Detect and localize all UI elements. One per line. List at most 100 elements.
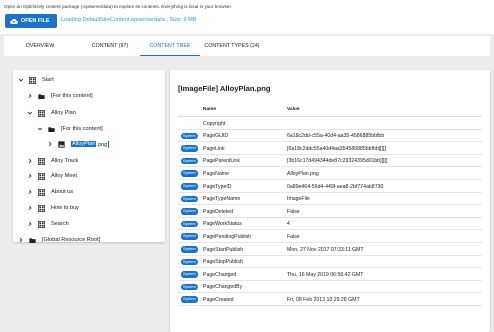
system-badge: System <box>181 157 198 165</box>
chevron-down-icon[interactable] <box>27 110 33 116</box>
property-row: System PageTypeID 0a89e464-56d4-449f-aea8-… <box>178 180 482 193</box>
property-row: System PageDeleted False <box>178 205 482 218</box>
property-row: System PageGUID 6a18c2dd-c55a-40d4-aa35-45… <box>178 130 482 143</box>
property-name: PageName <box>203 170 229 177</box>
property-value: [6a18c2ddc55a40d4aa354586885bbfbb][][] <box>287 145 386 152</box>
property-name: PageCreated <box>203 296 234 303</box>
tree-node[interactable]: Search <box>27 218 69 230</box>
tree-node-label: Alloy Plan <box>51 110 76 116</box>
tree-node-label-suffix: .png <box>96 141 108 148</box>
property-row: System PageParentLink [3b16c17d494344de87c… <box>178 155 482 168</box>
property-name: PageTypeID <box>203 183 232 190</box>
chevron-right-icon[interactable] <box>27 173 33 179</box>
property-row: System PageStartPublish Mon, 27 Nov 2017 0… <box>178 243 482 256</box>
tab-bar: OVERVIEW CONTENT (97) CONTENT TREE CONTE… <box>4 36 490 56</box>
tree-node-label: Search <box>51 221 69 227</box>
chevron-right-icon[interactable] <box>47 141 53 147</box>
page-tree-icon <box>38 220 45 228</box>
property-value: False <box>287 208 300 215</box>
system-badge: System <box>181 283 198 291</box>
page-tree-icon <box>38 109 45 117</box>
tree-node[interactable]: [For this content] <box>27 90 93 102</box>
chevron-right-icon[interactable] <box>27 158 33 164</box>
property-row: System PageLink [6a18c2ddc55a40d4aa3545868… <box>178 142 482 155</box>
tab-content-tree[interactable]: CONTENT TREE <box>140 36 200 56</box>
tab-content-types[interactable]: CONTENT TYPES (24) <box>200 36 264 56</box>
system-badge: System <box>181 132 198 140</box>
property-name: PageStartPublish <box>203 246 244 253</box>
property-row: System PageCreated Fri, 08 Feb 2013 10:29:… <box>178 293 482 306</box>
chevron-right-icon[interactable] <box>27 189 33 195</box>
tree-node-label: [Global Resource Root] <box>42 237 101 243</box>
property-value: 4 <box>287 221 290 228</box>
property-name: PageWorkStatus <box>203 221 242 228</box>
detail-title: [ImageFile] AlloyPlan.png <box>178 84 271 93</box>
property-name: PagePendingPublish <box>203 233 252 240</box>
tree-node-label-selected: AlloyPlan <box>71 141 97 148</box>
property-value: False <box>287 233 300 240</box>
system-badge: System <box>181 183 198 190</box>
tab-overview[interactable]: OVERVIEW <box>10 36 70 56</box>
system-badge: System <box>181 271 198 278</box>
tree-node[interactable]: About us <box>27 186 73 198</box>
open-file-button[interactable]: OPEN FILE <box>5 14 57 28</box>
chevron-right-icon[interactable] <box>27 221 33 227</box>
tree-node[interactable]: Alloy Plan <box>27 107 76 119</box>
tree-node[interactable]: Alloy Track <box>27 155 78 167</box>
open-file-label: OPEN FILE <box>21 18 50 24</box>
content-detail-panel: [ImageFile] AlloyPlan.png Name Value Cop… <box>170 70 490 332</box>
tree-node[interactable]: [Global Resource Root] <box>18 234 100 246</box>
loading-status: Loading DefaultSiteContent.episerverdata… <box>61 17 197 23</box>
page-tree-icon <box>29 76 36 84</box>
tree-node[interactable]: [For this content] <box>37 123 103 135</box>
system-badge: System <box>181 246 198 253</box>
folder-icon <box>48 126 55 133</box>
property-name: PageLink <box>203 145 225 152</box>
chevron-down-icon[interactable] <box>37 126 43 132</box>
chevron-right-icon[interactable] <box>27 93 33 99</box>
tree-node[interactable]: How to buy <box>27 202 79 214</box>
tree-node[interactable]: Start <box>18 74 54 86</box>
property-value: AlloyPlan.png <box>287 170 319 177</box>
property-name: PageChanged <box>203 271 237 278</box>
page-tree-icon <box>38 188 45 196</box>
property-name: Copyright <box>203 120 226 127</box>
tree-node-label: Alloy Track <box>51 158 79 164</box>
value-column-header: Value <box>287 107 300 112</box>
tree-node-label: Alloy Meet <box>51 173 78 179</box>
tree-node-label: [For this content] <box>51 93 93 99</box>
system-badge: System <box>181 208 198 215</box>
property-value: Fri, 08 Feb 2013 10:29:28 GMT <box>287 296 360 303</box>
properties-table-header: Name Value <box>178 103 482 117</box>
name-column-header: Name <box>203 107 217 112</box>
folder-icon <box>29 237 36 244</box>
system-badge: System <box>181 170 198 177</box>
chevron-right-icon[interactable] <box>27 205 33 211</box>
chevron-down-icon[interactable] <box>18 77 24 83</box>
property-name: PageStopPublish <box>203 259 243 266</box>
tab-content[interactable]: CONTENT (97) <box>74 36 146 56</box>
system-badge: System <box>181 258 198 266</box>
chevron-right-icon[interactable] <box>18 237 24 243</box>
folder-icon <box>38 93 45 100</box>
property-value: Mon, 27 Nov 2017 07:33:11 GMT <box>287 246 364 253</box>
intro-text: Open an Optimizely content package (.epi… <box>4 4 233 9</box>
system-badge: System <box>181 220 198 228</box>
system-badge: System <box>181 145 198 152</box>
tree-node-label: AlloyPlan.png <box>71 140 110 148</box>
property-value: [3b16c17d494344de87c29324395d01bb][][] <box>287 158 388 165</box>
text-cursor <box>108 140 110 148</box>
tree-node[interactable]: AlloyPlan.png <box>47 138 110 150</box>
property-row: System PageTypeName ImageFile <box>178 193 482 206</box>
property-name: PageGUID <box>203 133 229 140</box>
tree-node[interactable]: Alloy Meet <box>27 170 77 182</box>
tree-node-label: [For this content] <box>61 126 103 132</box>
property-row: Copyright <box>178 117 482 130</box>
tree-node-label: About us <box>51 189 74 195</box>
page-tree-icon <box>38 172 45 180</box>
content-tree-panel: Start [For this content] Alloy Plan [For th… <box>13 70 165 243</box>
system-badge: System <box>181 233 198 240</box>
property-row: System PageChangedBy <box>178 281 482 294</box>
property-value: Thu, 16 May 2019 06:56:42 GMT <box>287 271 364 278</box>
property-row: System PagePendingPublish False <box>178 230 482 243</box>
